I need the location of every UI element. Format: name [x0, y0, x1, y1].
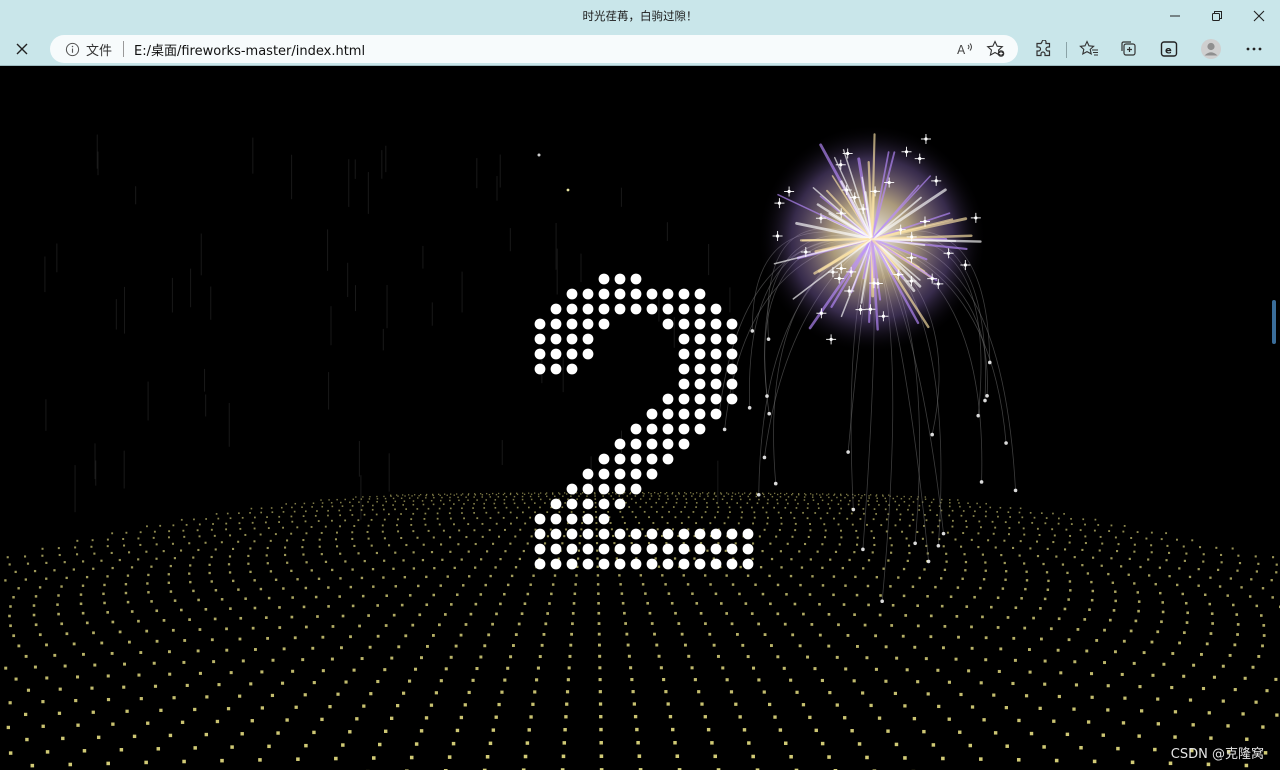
- edge-icon[interactable]: e: [1157, 38, 1181, 60]
- close-window-button[interactable]: [1238, 0, 1280, 32]
- extensions-icon[interactable]: [1032, 38, 1056, 60]
- url-text[interactable]: E:/桌面/fireworks-master/index.html: [134, 40, 365, 59]
- title-bar: 时光荏苒，白驹过隙！: [0, 0, 1280, 32]
- background-rain: [44, 134, 734, 520]
- close-icon: [16, 43, 28, 55]
- security-label[interactable]: 文件: [86, 40, 112, 59]
- fireworks-canvas[interactable]: [0, 67, 1280, 770]
- restore-icon: [1212, 11, 1222, 21]
- window-controls: [1154, 0, 1280, 32]
- minimize-icon: [1170, 15, 1180, 17]
- close-icon: [1253, 10, 1265, 22]
- read-aloud-icon[interactable]: A: [956, 41, 974, 57]
- window-title: 时光荏苒，白驹过隙！: [582, 9, 698, 23]
- scrollbar-thumb[interactable]: [1272, 300, 1276, 344]
- more-icon[interactable]: [1242, 38, 1266, 60]
- firework-burst: [717, 124, 1018, 603]
- minimize-button[interactable]: [1154, 0, 1196, 32]
- dot-numeral-2: [534, 273, 754, 570]
- add-favorite-icon[interactable]: [986, 40, 1006, 58]
- address-divider: [123, 41, 125, 57]
- perspective-dot-grid: [4, 492, 1280, 770]
- restore-button[interactable]: [1196, 0, 1238, 32]
- svg-text:A: A: [957, 43, 966, 57]
- collections-icon[interactable]: [1117, 38, 1141, 60]
- svg-text:e: e: [1165, 46, 1172, 57]
- info-icon[interactable]: [64, 41, 80, 57]
- profile-avatar[interactable]: [1199, 38, 1223, 60]
- address-bar[interactable]: 文件 E:/桌面/fireworks-master/index.html A: [50, 35, 1018, 63]
- favorites-icon[interactable]: [1077, 38, 1101, 60]
- close-page-button[interactable]: [8, 36, 36, 62]
- toolbar-divider: [1066, 42, 1067, 58]
- browser-toolbar: 文件 E:/桌面/fireworks-master/index.html A e: [0, 32, 1280, 66]
- browser-window: 时光荏苒，白驹过隙！ 文件 E:/桌面/fireworks-master/ind…: [0, 0, 1280, 770]
- watermark: CSDN @克隆窝: [1170, 747, 1264, 762]
- page-viewport: CSDN @克隆窝: [0, 67, 1280, 770]
